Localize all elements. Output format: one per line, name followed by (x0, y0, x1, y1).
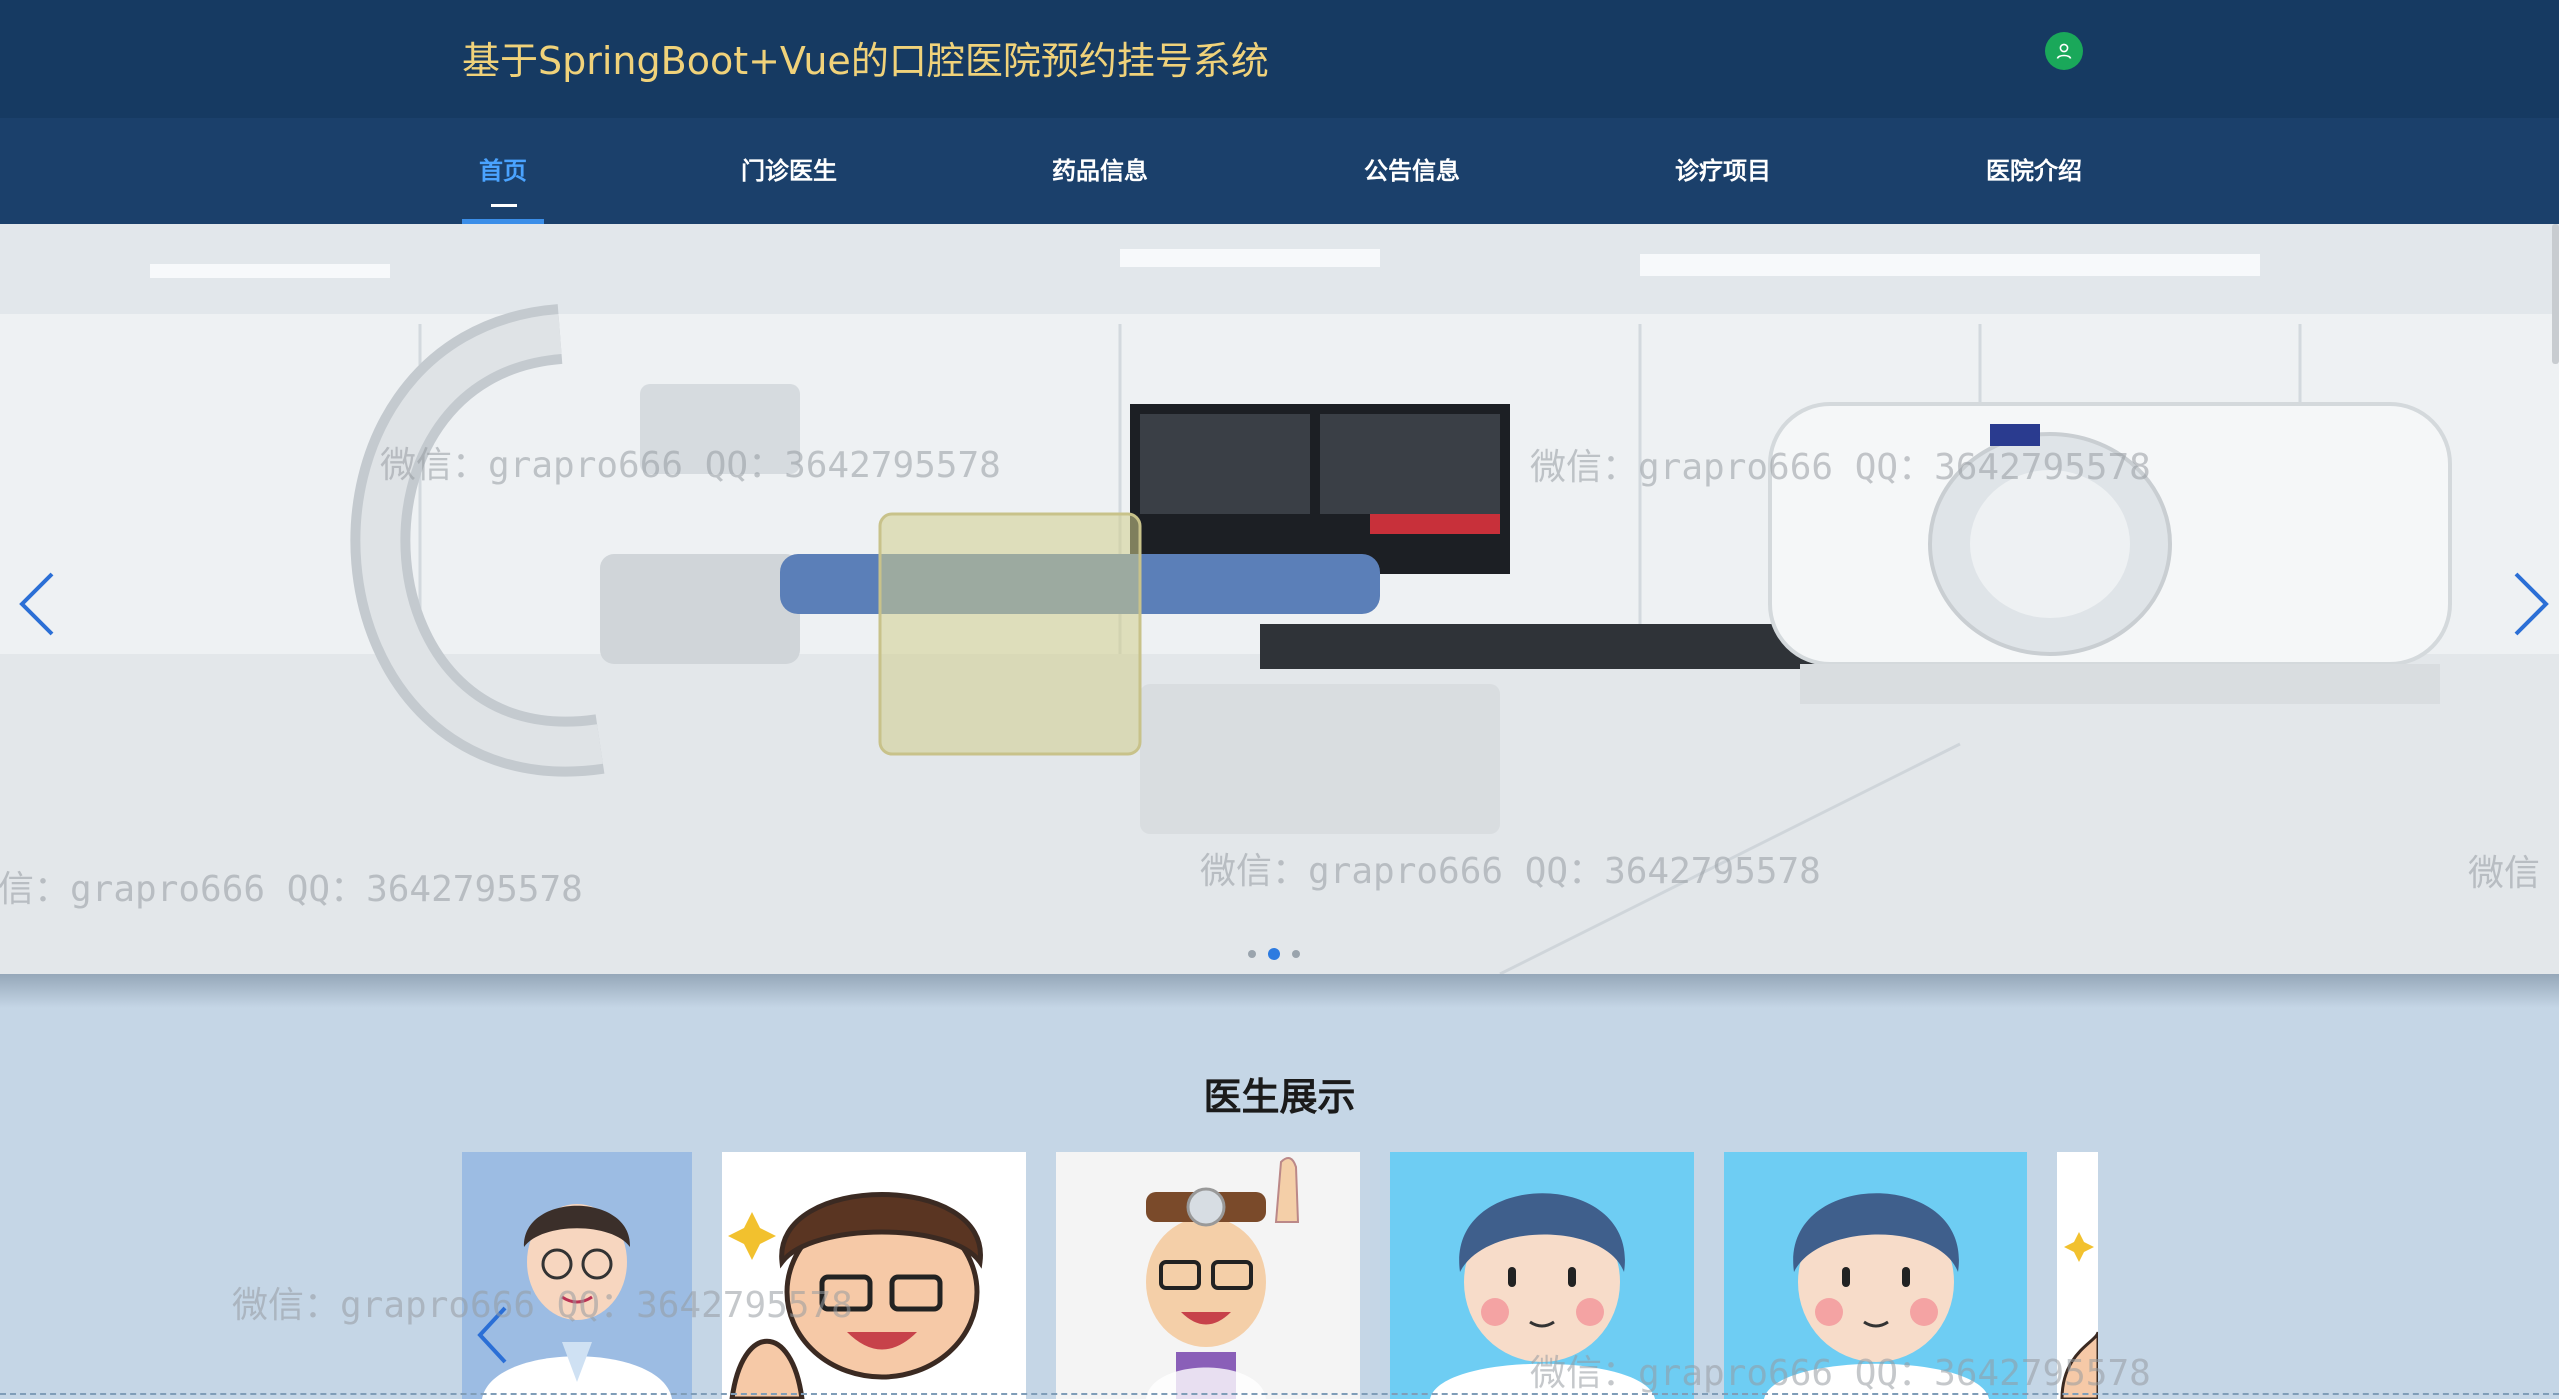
watermark: 微信：grapro666 QQ：3642795578 (232, 1285, 853, 1326)
top-header: 基于SpringBoot+Vue的口腔医院预约挂号系统 (0, 0, 2559, 118)
doctor-avatar (1146, 1157, 1300, 1399)
chevron-right-icon[interactable] (2496, 564, 2556, 644)
nav-outpatient-doctors[interactable]: 门诊医生 (741, 118, 837, 224)
site-title[interactable]: 基于SpringBoot+Vue的口腔医院预约挂号系统 (462, 30, 1269, 85)
watermark: 微信：grapro666 QQ：3642795578 (380, 445, 1001, 486)
user-avatar-button[interactable] (2045, 32, 2083, 70)
watermark: 信：grapro666 QQ：3642795578 (0, 869, 583, 910)
watermark: 微信 (2468, 853, 2541, 894)
banner-carousel[interactable]: 微信：grapro666 QQ：3642795578 微信：grapro666 … (0, 224, 2559, 974)
carousel-dot[interactable] (1248, 950, 1256, 958)
doctor-card[interactable] (1056, 1152, 1360, 1399)
chevron-left-icon[interactable] (12, 564, 72, 644)
watermark: 微信：grapro666 QQ：3642795578 (1530, 1353, 2151, 1394)
carousel-indicators (1248, 948, 1300, 960)
main-nav: 首页 门诊医生 药品信息 公告信息 诊疗项目 医院介绍 (0, 118, 2559, 224)
carousel-dot[interactable] (1292, 950, 1300, 958)
nav-announcements[interactable]: 公告信息 (1364, 118, 1460, 224)
nav-active-underline (491, 204, 517, 207)
watermark: 微信：grapro666 QQ：3642795578 (1530, 447, 2151, 488)
divider (0, 1393, 2559, 1397)
carousel-dot-active[interactable] (1268, 948, 1280, 960)
nav-home[interactable]: 首页 (479, 118, 527, 224)
banner-shadow (0, 974, 2559, 1008)
nav-treatment-items[interactable]: 诊疗项目 (1675, 118, 1771, 224)
watermark: 微信：grapro666 QQ：3642795578 (1200, 851, 1821, 892)
nav-medicine-info[interactable]: 药品信息 (1052, 118, 1148, 224)
nav-hospital-intro[interactable]: 医院介绍 (1986, 118, 2082, 224)
scrollbar[interactable] (2552, 224, 2559, 364)
user-icon (2056, 43, 2072, 59)
section-title-doctors: 医生展示 (1203, 1075, 1356, 1119)
